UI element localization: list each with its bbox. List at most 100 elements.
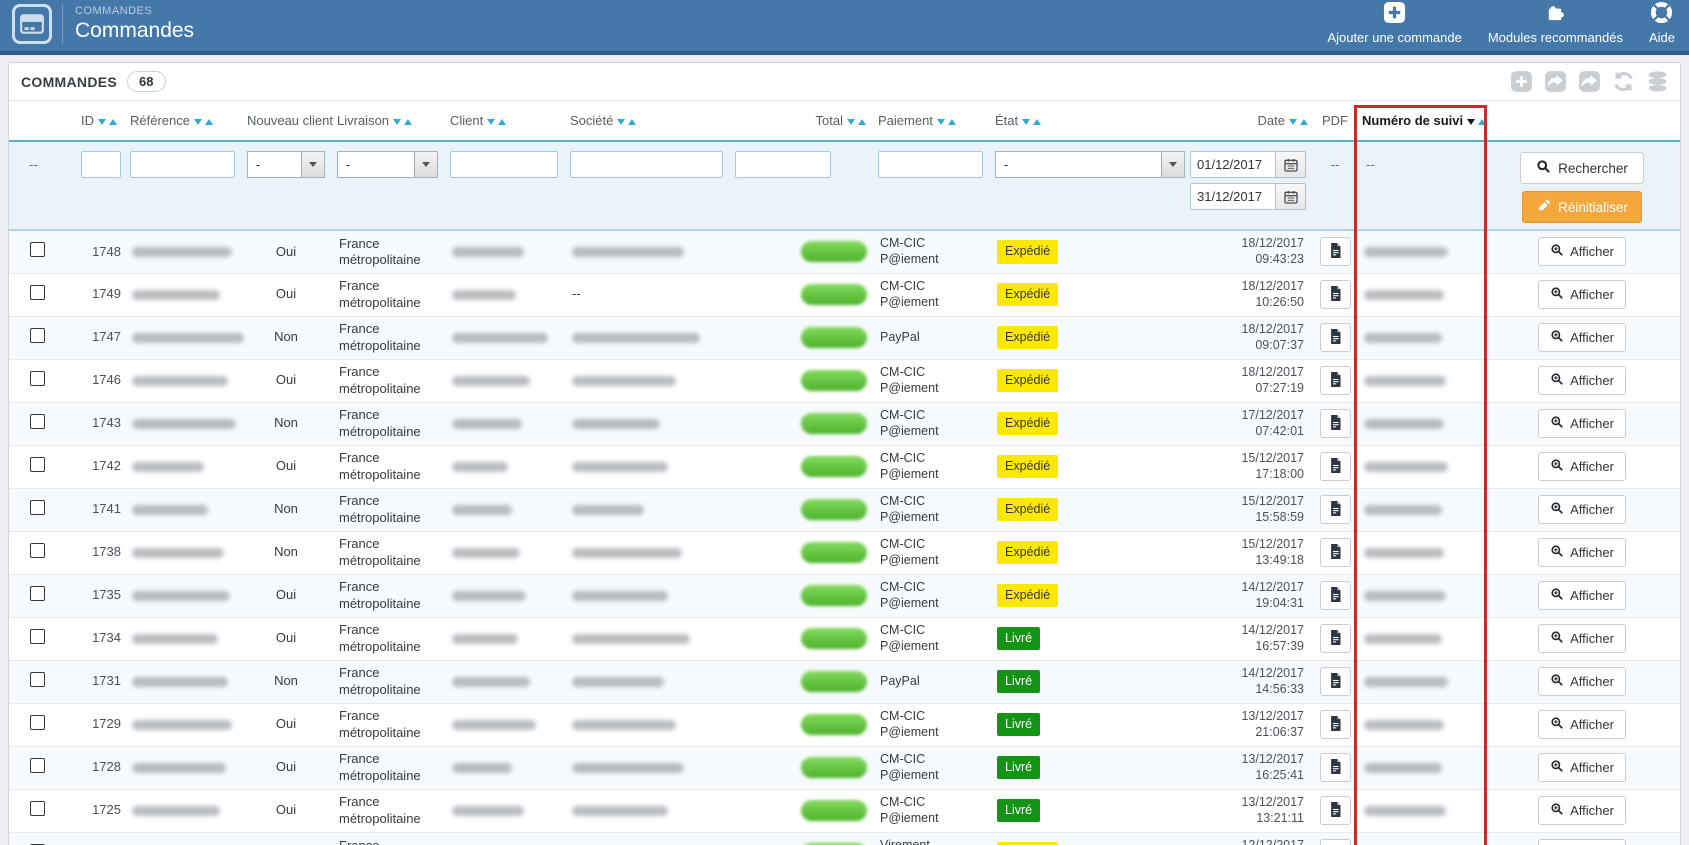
pdf-invoice-button[interactable]	[1319, 323, 1351, 352]
order-row[interactable]: 1725 Oui France métropolitaine CM-CIC P@…	[9, 789, 1680, 832]
order-row[interactable]: 1746 Oui France métropolitaine CM-CIC P@…	[9, 359, 1680, 402]
view-order-button[interactable]: Afficher	[1538, 452, 1626, 481]
sort-desc-icon[interactable]	[936, 118, 945, 125]
pdf-invoice-button[interactable]	[1319, 495, 1351, 524]
row-checkbox[interactable]	[30, 413, 45, 429]
view-order-button[interactable]: Afficher	[1538, 237, 1626, 267]
row-checkbox[interactable]	[30, 757, 45, 773]
column-header-total[interactable]: Total	[729, 101, 872, 142]
row-checkbox[interactable]	[30, 585, 45, 601]
pdf-invoice-button[interactable]	[1319, 667, 1351, 696]
export-icon[interactable]	[1543, 69, 1568, 94]
column-header-livraison[interactable]: Livraison	[331, 101, 444, 142]
column-header-numero-de-suivi[interactable]: Numéro de suivi	[1356, 101, 1487, 142]
view-order-button[interactable]: Afficher	[1538, 538, 1626, 567]
sql-query-icon[interactable]	[1645, 69, 1670, 94]
order-row[interactable]: 1748 Oui France métropolitaine CM-CIC P@…	[9, 230, 1680, 273]
sort-desc-icon[interactable]	[1022, 118, 1031, 125]
row-checkbox[interactable]	[30, 628, 45, 644]
view-order-button[interactable]: Afficher	[1538, 796, 1626, 825]
column-header-reference[interactable]: Référence	[124, 101, 241, 142]
sort-asc-icon[interactable]	[204, 118, 213, 125]
client-filter-input[interactable]	[450, 151, 558, 178]
order-row[interactable]: 1743 Non France métropolitaine CM-CIC P@…	[9, 402, 1680, 445]
pdf-invoice-button[interactable]	[1319, 710, 1351, 739]
pdf-invoice-button[interactable]	[1319, 581, 1351, 610]
view-order-button[interactable]: Afficher	[1538, 839, 1626, 845]
view-order-button[interactable]: Afficher	[1538, 280, 1626, 309]
row-checkbox[interactable]	[30, 542, 45, 558]
total-filter-input[interactable]	[735, 151, 831, 178]
column-header-etat[interactable]: État	[989, 101, 1109, 142]
delivery-filter-select[interactable]: -	[337, 151, 438, 178]
column-header-paiement[interactable]: Paiement	[872, 101, 989, 142]
row-checkbox[interactable]	[30, 456, 45, 472]
view-order-button[interactable]: Afficher	[1538, 409, 1626, 438]
sort-desc-icon[interactable]	[1467, 118, 1476, 125]
status-filter-select[interactable]: -	[995, 151, 1185, 178]
reset-button[interactable]: Réinitialiser	[1522, 191, 1642, 223]
payment-filter-input[interactable]	[878, 151, 983, 178]
calendar-icon[interactable]	[1276, 183, 1306, 210]
recommended-modules-button[interactable]: Modules recommandés	[1488, 1, 1623, 45]
order-row[interactable]: 1741 Non France métropolitaine CM-CIC P@…	[9, 488, 1680, 531]
pdf-invoice-button[interactable]	[1319, 839, 1351, 845]
row-checkbox[interactable]	[30, 370, 45, 386]
sort-asc-icon[interactable]	[1478, 118, 1487, 125]
order-row[interactable]: 1749 Oui France métropolitaine -- CM-CIC…	[9, 273, 1680, 316]
row-checkbox[interactable]	[30, 284, 45, 300]
order-row[interactable]: 1742 Oui France métropolitaine CM-CIC P@…	[9, 445, 1680, 488]
row-checkbox[interactable]	[30, 499, 45, 515]
column-header-date[interactable]: Date	[1109, 101, 1314, 142]
sort-asc-icon[interactable]	[858, 118, 866, 125]
row-checkbox[interactable]	[30, 242, 45, 258]
pdf-invoice-button[interactable]	[1319, 796, 1351, 825]
row-checkbox[interactable]	[30, 327, 45, 343]
order-row[interactable]: 1738 Non France métropolitaine CM-CIC P@…	[9, 531, 1680, 574]
search-button[interactable]: Rechercher	[1520, 152, 1644, 184]
sort-asc-icon[interactable]	[498, 118, 507, 125]
import-icon[interactable]	[1577, 69, 1602, 94]
pdf-invoice-button[interactable]	[1319, 237, 1351, 267]
add-order-button[interactable]: Ajouter une commande	[1327, 1, 1462, 45]
sort-desc-icon[interactable]	[487, 118, 496, 125]
date-from-input[interactable]	[1190, 151, 1276, 178]
sort-asc-icon[interactable]	[404, 118, 413, 125]
pdf-invoice-button[interactable]	[1319, 753, 1351, 782]
pdf-invoice-button[interactable]	[1319, 280, 1351, 309]
view-order-button[interactable]: Afficher	[1538, 323, 1626, 352]
sort-asc-icon[interactable]	[947, 118, 956, 125]
sort-desc-icon[interactable]	[617, 118, 626, 125]
sort-asc-icon[interactable]	[1033, 118, 1042, 125]
view-order-button[interactable]: Afficher	[1538, 366, 1626, 395]
date-to-input[interactable]	[1190, 183, 1276, 210]
view-order-button[interactable]: Afficher	[1538, 667, 1626, 696]
view-order-button[interactable]: Afficher	[1538, 710, 1626, 739]
pdf-invoice-button[interactable]	[1319, 366, 1351, 395]
order-row[interactable]: 1731 Non France métropolitaine PayPal Li…	[9, 660, 1680, 703]
column-header-client[interactable]: Client	[444, 101, 564, 142]
order-row[interactable]: 1728 Oui France métropolitaine CM-CIC P@…	[9, 746, 1680, 789]
help-button[interactable]: Aide	[1649, 1, 1675, 45]
row-checkbox[interactable]	[30, 800, 45, 816]
view-order-button[interactable]: Afficher	[1538, 753, 1626, 782]
order-row[interactable]: 1723 Non France métropolitaine Virement …	[9, 832, 1680, 845]
sort-asc-icon[interactable]	[1300, 118, 1308, 125]
sort-desc-icon[interactable]	[1289, 118, 1297, 125]
sort-asc-icon[interactable]	[628, 118, 637, 125]
sort-desc-icon[interactable]	[193, 118, 202, 125]
column-header-societe[interactable]: Société	[564, 101, 729, 142]
pdf-invoice-button[interactable]	[1319, 624, 1351, 653]
order-row[interactable]: 1747 Non France métropolitaine PayPal Ex…	[9, 316, 1680, 359]
order-row[interactable]: 1734 Oui France métropolitaine CM-CIC P@…	[9, 617, 1680, 660]
pdf-invoice-button[interactable]	[1319, 538, 1351, 567]
id-filter-input[interactable]	[81, 151, 121, 178]
reference-filter-input[interactable]	[130, 151, 235, 178]
row-checkbox[interactable]	[30, 714, 45, 730]
order-row[interactable]: 1729 Oui France métropolitaine CM-CIC P@…	[9, 703, 1680, 746]
sort-desc-icon[interactable]	[393, 118, 402, 125]
company-filter-input[interactable]	[570, 151, 723, 178]
view-order-button[interactable]: Afficher	[1538, 495, 1626, 524]
sort-desc-icon[interactable]	[98, 118, 106, 125]
view-order-button[interactable]: Afficher	[1538, 581, 1626, 610]
